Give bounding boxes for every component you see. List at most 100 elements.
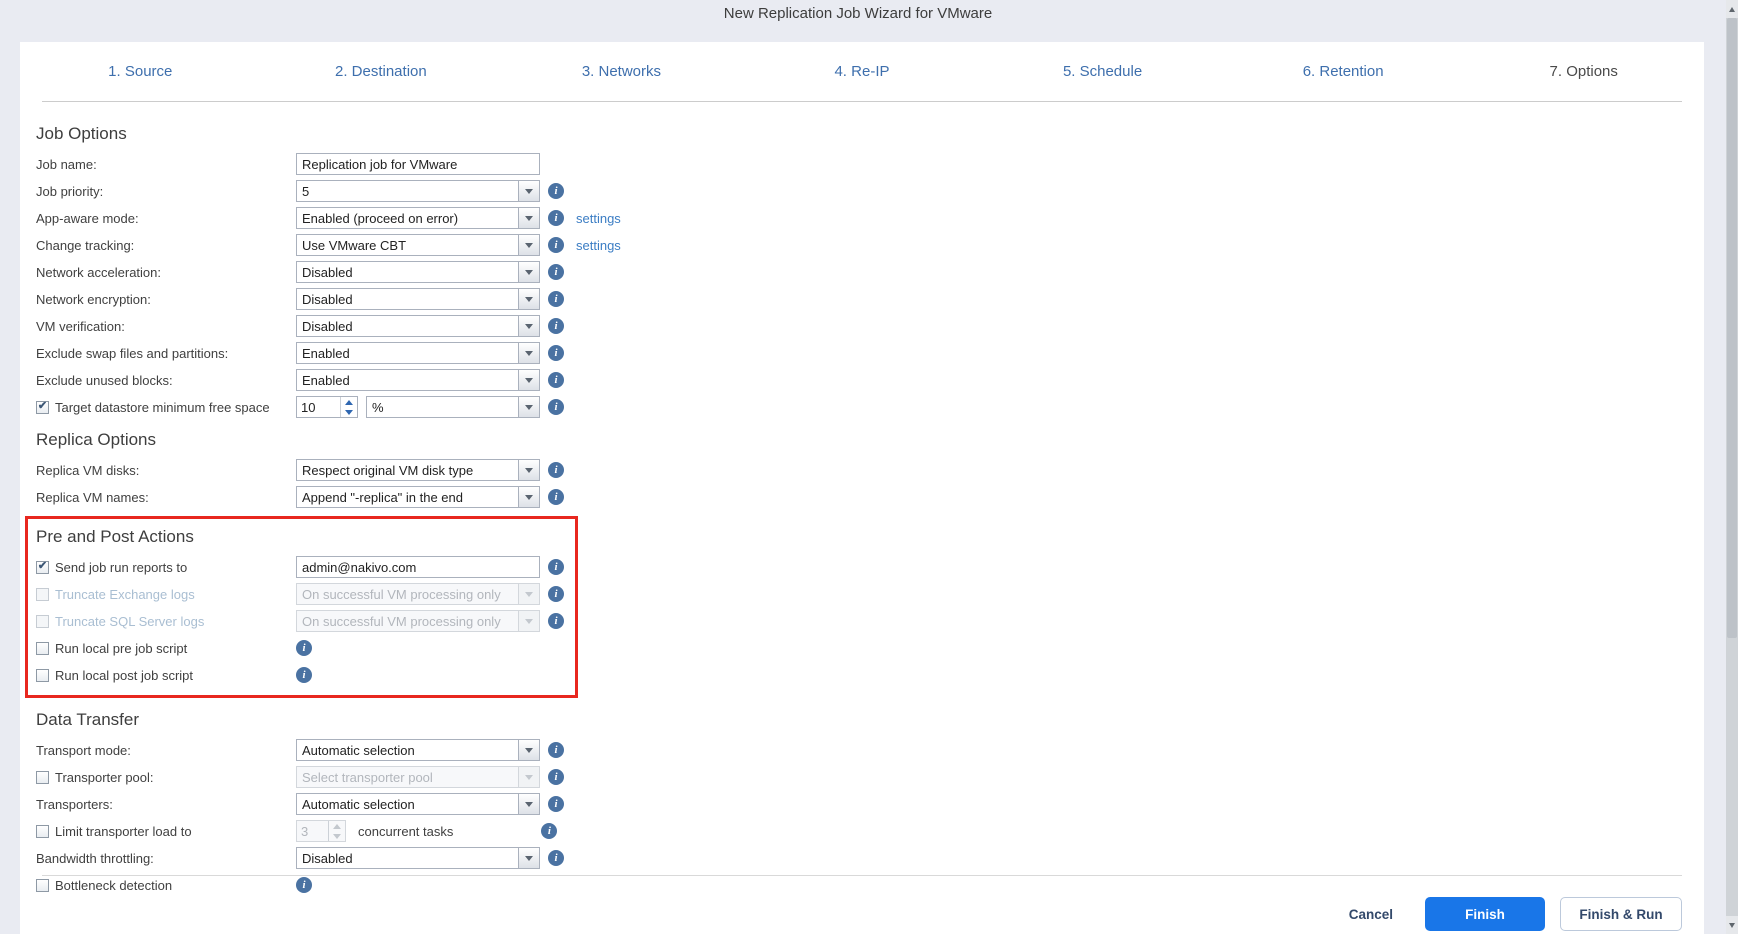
tab-schedule[interactable]: 5. Schedule [982, 63, 1223, 80]
replica-vm-disks-select[interactable]: Respect original VM disk type [296, 459, 540, 481]
finish-button[interactable]: Finish [1425, 897, 1545, 931]
info-icon[interactable]: i [548, 796, 564, 812]
info-icon[interactable]: i [548, 318, 564, 334]
target-datastore-unit-value: % [367, 400, 518, 415]
chevron-down-icon[interactable] [518, 487, 539, 507]
info-icon[interactable]: i [548, 559, 564, 575]
chevron-down-icon[interactable] [518, 740, 539, 760]
info-icon[interactable]: i [296, 667, 312, 683]
chevron-down-icon[interactable] [518, 181, 539, 201]
target-datastore-unit-select[interactable]: % [366, 396, 540, 418]
bottleneck-detection-checkbox[interactable]: ✔ [36, 879, 49, 892]
row-truncate-sql: ✔ Truncate SQL Server logs On successful… [36, 610, 575, 632]
tab-source[interactable]: 1. Source [20, 63, 261, 80]
section-replica-options: Replica Options [36, 430, 1704, 450]
chevron-down-icon[interactable] [518, 343, 539, 363]
run-post-script-checkbox[interactable]: ✔ [36, 669, 49, 682]
tab-destination[interactable]: 2. Destination [261, 63, 502, 80]
target-datastore-spinner[interactable]: 10 [296, 396, 358, 418]
spinner-up-icon[interactable] [341, 397, 357, 407]
scroll-down-icon[interactable] [1726, 916, 1738, 934]
network-encryption-select[interactable]: Disabled [296, 288, 540, 310]
job-priority-select[interactable]: 5 [296, 180, 540, 202]
change-tracking-value: Use VMware CBT [297, 238, 518, 253]
info-icon[interactable]: i [548, 210, 564, 226]
bandwidth-throttling-select[interactable]: Disabled [296, 847, 540, 869]
target-datastore-checkbox[interactable]: ✔ [36, 401, 49, 414]
info-icon[interactable]: i [548, 850, 564, 866]
tab-retention[interactable]: 6. Retention [1223, 63, 1464, 80]
exclude-swap-label: Exclude swap files and partitions: [36, 346, 296, 361]
chevron-down-icon[interactable] [518, 262, 539, 282]
job-priority-label: Job priority: [36, 184, 296, 199]
info-icon[interactable]: i [548, 183, 564, 199]
spinner-down-icon[interactable] [341, 407, 357, 417]
info-icon[interactable]: i [548, 613, 564, 629]
row-exclude-swap: Exclude swap files and partitions: Enabl… [36, 342, 1704, 364]
info-icon[interactable]: i [548, 345, 564, 361]
exclude-unused-label: Exclude unused blocks: [36, 373, 296, 388]
change-tracking-settings-link[interactable]: settings [576, 238, 621, 253]
chevron-down-icon[interactable] [518, 460, 539, 480]
info-icon[interactable]: i [296, 877, 312, 893]
info-icon[interactable]: i [548, 489, 564, 505]
row-network-acceleration: Network acceleration: Disabled i [36, 261, 1704, 283]
section-job-options: Job Options [36, 124, 1704, 144]
chevron-down-icon[interactable] [518, 208, 539, 228]
app-aware-settings-link[interactable]: settings [576, 211, 621, 226]
info-icon[interactable]: i [296, 640, 312, 656]
info-icon[interactable]: i [548, 769, 564, 785]
info-icon[interactable]: i [548, 264, 564, 280]
chevron-down-icon[interactable] [518, 397, 539, 417]
app-aware-value: Enabled (proceed on error) [297, 211, 518, 226]
info-icon[interactable]: i [548, 399, 564, 415]
exclude-swap-select[interactable]: Enabled [296, 342, 540, 364]
limit-load-checkbox[interactable]: ✔ [36, 825, 49, 838]
chevron-down-icon[interactable] [518, 235, 539, 255]
replica-vm-disks-value: Respect original VM disk type [297, 463, 518, 478]
chevron-down-icon[interactable] [518, 848, 539, 868]
tab-options[interactable]: 7. Options [1463, 63, 1704, 80]
info-icon[interactable]: i [541, 823, 557, 839]
bottleneck-detection-label: Bottleneck detection [55, 878, 172, 893]
info-icon[interactable]: i [548, 291, 564, 307]
send-reports-email-input[interactable] [296, 556, 540, 578]
cancel-button[interactable]: Cancel [1331, 897, 1411, 931]
chevron-down-icon[interactable] [518, 370, 539, 390]
send-reports-checkbox[interactable]: ✔ [36, 561, 49, 574]
exclude-unused-select[interactable]: Enabled [296, 369, 540, 391]
chevron-down-icon [518, 584, 539, 604]
info-icon[interactable]: i [548, 742, 564, 758]
transporters-select[interactable]: Automatic selection [296, 793, 540, 815]
row-exclude-unused: Exclude unused blocks: Enabled i [36, 369, 1704, 391]
tab-networks[interactable]: 3. Networks [501, 63, 742, 80]
info-icon[interactable]: i [548, 372, 564, 388]
transporter-pool-checkbox[interactable]: ✔ [36, 771, 49, 784]
scrollbar-thumb[interactable] [1727, 18, 1737, 638]
finish-and-run-button[interactable]: Finish & Run [1560, 897, 1682, 931]
section-data-transfer: Data Transfer [36, 710, 1704, 730]
info-icon[interactable]: i [548, 237, 564, 253]
info-icon[interactable]: i [548, 462, 564, 478]
transport-mode-select[interactable]: Automatic selection [296, 739, 540, 761]
app-aware-select[interactable]: Enabled (proceed on error) [296, 207, 540, 229]
tab-re-ip[interactable]: 4. Re-IP [742, 63, 983, 80]
scrollbar[interactable] [1726, 0, 1738, 934]
replica-vm-names-select[interactable]: Append "-replica" in the end [296, 486, 540, 508]
network-acceleration-select[interactable]: Disabled [296, 261, 540, 283]
send-reports-label: Send job run reports to [55, 560, 187, 575]
scroll-up-icon[interactable] [1726, 0, 1738, 18]
row-bandwidth-throttling: Bandwidth throttling: Disabled i [36, 847, 1704, 869]
spinner-down-icon [329, 831, 345, 841]
replica-vm-names-label: Replica VM names: [36, 490, 296, 505]
row-replica-vm-disks: Replica VM disks: Respect original VM di… [36, 459, 1704, 481]
info-icon[interactable]: i [548, 586, 564, 602]
run-pre-script-checkbox[interactable]: ✔ [36, 642, 49, 655]
change-tracking-select[interactable]: Use VMware CBT [296, 234, 540, 256]
chevron-down-icon[interactable] [518, 316, 539, 336]
truncate-sql-select: On successful VM processing only [296, 610, 540, 632]
vm-verification-select[interactable]: Disabled [296, 315, 540, 337]
chevron-down-icon[interactable] [518, 289, 539, 309]
job-name-input[interactable] [296, 153, 540, 175]
chevron-down-icon[interactable] [518, 794, 539, 814]
